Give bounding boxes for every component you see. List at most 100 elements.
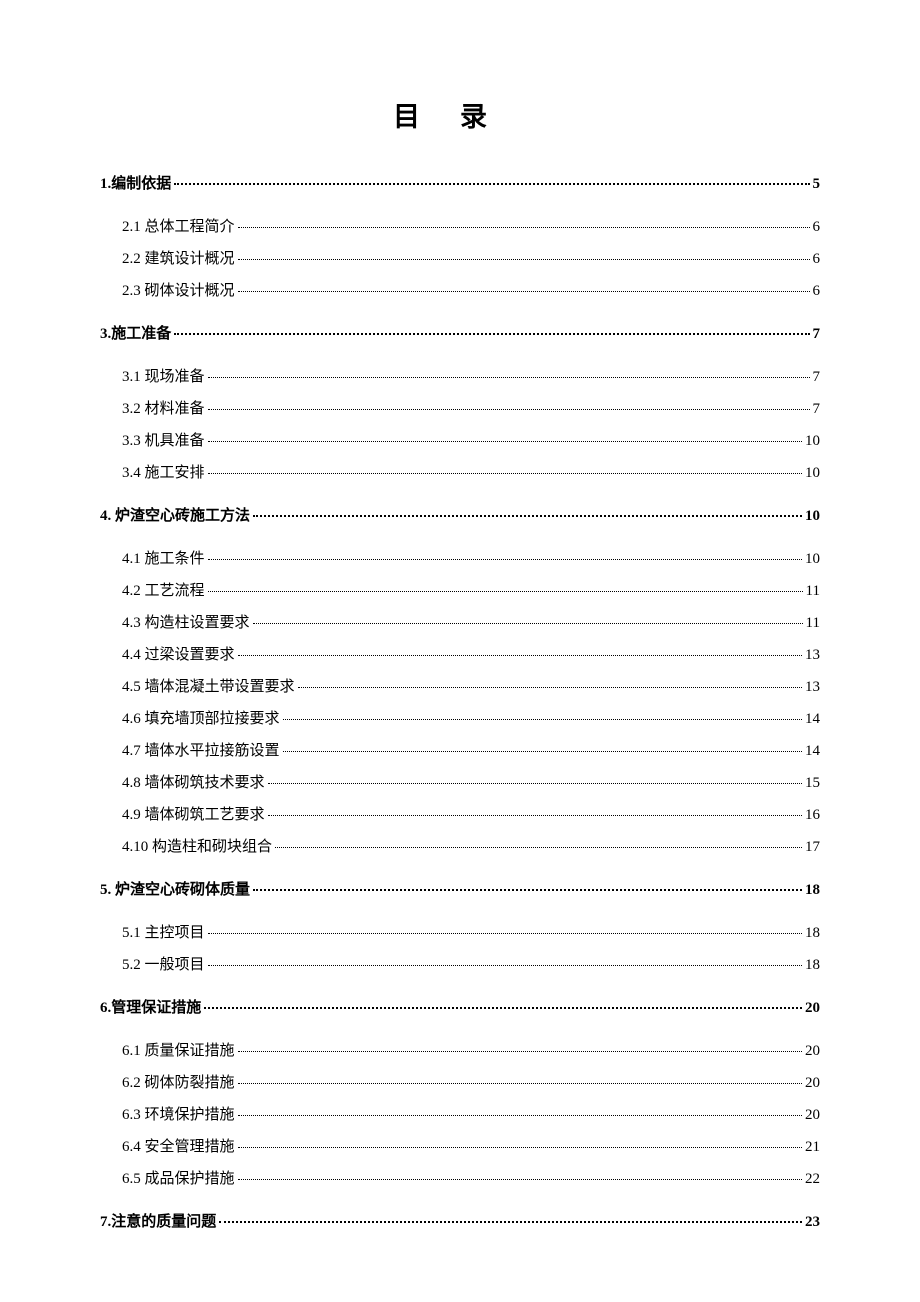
toc-page-number: 14 bbox=[805, 711, 820, 728]
toc-label: 6.管理保证措施 bbox=[100, 996, 201, 1017]
toc-label: 3.2 材料准备 bbox=[122, 397, 205, 418]
toc-entry: 6.1 质量保证措施 20 bbox=[100, 1039, 820, 1060]
toc-page-number: 7 bbox=[813, 401, 821, 418]
toc-leader-dots bbox=[238, 1083, 802, 1084]
toc-label: 3.施工准备 bbox=[100, 322, 171, 343]
toc-page-number: 16 bbox=[805, 807, 820, 824]
toc-label: 6.1 质量保证措施 bbox=[122, 1039, 235, 1060]
toc-entry: 4.10 构造柱和砌块组合 17 bbox=[100, 835, 820, 856]
toc-page-number: 15 bbox=[805, 775, 820, 792]
toc-leader-dots bbox=[238, 1115, 802, 1116]
toc-leader-dots bbox=[283, 719, 802, 720]
toc-label: 4.10 构造柱和砌块组合 bbox=[122, 835, 272, 856]
toc-page-number: 7 bbox=[813, 326, 821, 343]
toc-entry: 4.7 墙体水平拉接筋设置 14 bbox=[100, 739, 820, 760]
toc-entry: 4.5 墙体混凝土带设置要求 13 bbox=[100, 675, 820, 696]
toc-page-number: 20 bbox=[805, 1000, 820, 1017]
toc-page-number: 6 bbox=[813, 283, 821, 300]
toc-label: 4. 炉渣空心砖施工方法 bbox=[100, 504, 250, 525]
toc-label: 6.3 环境保护措施 bbox=[122, 1103, 235, 1124]
toc-leader-dots bbox=[208, 559, 802, 560]
toc-label: 4.7 墙体水平拉接筋设置 bbox=[122, 739, 280, 760]
toc-leader-dots bbox=[238, 291, 810, 292]
toc-entry: 7.注意的质量问题23 bbox=[100, 1210, 820, 1231]
toc-label: 2.2 建筑设计概况 bbox=[122, 247, 235, 268]
toc-leader-dots bbox=[208, 409, 810, 410]
toc-entry: 4.9 墙体砌筑工艺要求16 bbox=[100, 803, 820, 824]
toc-leader-dots bbox=[208, 473, 802, 474]
toc-label: 4.5 墙体混凝土带设置要求 bbox=[122, 675, 295, 696]
toc-page-number: 11 bbox=[806, 615, 820, 632]
toc-page-number: 21 bbox=[805, 1139, 820, 1156]
toc-leader-dots bbox=[208, 933, 802, 934]
table-of-contents: 1.编制依据52.1 总体工程简介62.2 建筑设计概况62.3 砌体设计概况6… bbox=[100, 172, 820, 1231]
toc-entry: 4.4 过梁设置要求13 bbox=[100, 643, 820, 664]
toc-label: 5. 炉渣空心砖砌体质量 bbox=[100, 878, 250, 899]
toc-page-number: 11 bbox=[806, 583, 820, 600]
toc-leader-dots bbox=[298, 687, 802, 688]
toc-leader-dots bbox=[238, 259, 810, 260]
toc-label: 6.2 砌体防裂措施 bbox=[122, 1071, 235, 1092]
toc-page-number: 6 bbox=[813, 251, 821, 268]
toc-label: 3.1 现场准备 bbox=[122, 365, 205, 386]
toc-page-number: 20 bbox=[805, 1043, 820, 1060]
toc-page-number: 22 bbox=[805, 1171, 820, 1188]
toc-label: 4.2 工艺流程 bbox=[122, 579, 205, 600]
toc-page-number: 6 bbox=[813, 219, 821, 236]
toc-leader-dots bbox=[174, 183, 809, 185]
toc-leader-dots bbox=[204, 1007, 802, 1009]
toc-label: 3.4 施工安排 bbox=[122, 461, 205, 482]
toc-leader-dots bbox=[238, 655, 802, 656]
toc-leader-dots bbox=[208, 377, 810, 378]
toc-label: 1.编制依据 bbox=[100, 172, 171, 193]
toc-label: 5.1 主控项目 bbox=[122, 921, 205, 942]
toc-page-number: 10 bbox=[805, 433, 820, 450]
toc-entry: 2.1 总体工程简介 6 bbox=[100, 215, 820, 236]
toc-leader-dots bbox=[174, 333, 809, 335]
toc-entry: 6.3 环境保护措施 20 bbox=[100, 1103, 820, 1124]
toc-entry: 4.8 墙体砌筑技术要求 15 bbox=[100, 771, 820, 792]
toc-label: 2.1 总体工程简介 bbox=[122, 215, 235, 236]
toc-page-number: 18 bbox=[805, 957, 820, 974]
toc-page-number: 18 bbox=[805, 882, 820, 899]
toc-label: 4.1 施工条件 bbox=[122, 547, 205, 568]
toc-page-number: 10 bbox=[805, 508, 820, 525]
toc-page-number: 7 bbox=[813, 369, 821, 386]
toc-leader-dots bbox=[208, 441, 802, 442]
toc-entry: 5.2 一般项目18 bbox=[100, 953, 820, 974]
toc-page-number: 23 bbox=[805, 1214, 820, 1231]
toc-leader-dots bbox=[208, 591, 803, 592]
toc-entry: 5.1 主控项目 18 bbox=[100, 921, 820, 942]
toc-entry: 4.6 填充墙顶部拉接要求14 bbox=[100, 707, 820, 728]
toc-page-number: 13 bbox=[805, 679, 820, 696]
toc-entry: 6.4 安全管理措施21 bbox=[100, 1135, 820, 1156]
toc-entry: 3.2 材料准备 7 bbox=[100, 397, 820, 418]
toc-leader-dots bbox=[238, 1051, 802, 1052]
toc-entry: 5. 炉渣空心砖砌体质量 18 bbox=[100, 878, 820, 899]
toc-leader-dots bbox=[283, 751, 802, 752]
toc-entry: 4. 炉渣空心砖施工方法 10 bbox=[100, 504, 820, 525]
toc-entry: 6.5 成品保护措施 22 bbox=[100, 1167, 820, 1188]
toc-page-number: 10 bbox=[805, 551, 820, 568]
toc-label: 4.3 构造柱设置要求 bbox=[122, 611, 250, 632]
toc-label: 4.4 过梁设置要求 bbox=[122, 643, 235, 664]
toc-entry: 3.1 现场准备 7 bbox=[100, 365, 820, 386]
toc-label: 2.3 砌体设计概况 bbox=[122, 279, 235, 300]
toc-leader-dots bbox=[253, 515, 802, 517]
toc-leader-dots bbox=[253, 623, 803, 624]
toc-page-number: 18 bbox=[805, 925, 820, 942]
toc-label: 6.5 成品保护措施 bbox=[122, 1167, 235, 1188]
toc-leader-dots bbox=[219, 1221, 802, 1223]
toc-leader-dots bbox=[268, 783, 802, 784]
toc-page-number: 20 bbox=[805, 1107, 820, 1124]
toc-page-number: 14 bbox=[805, 743, 820, 760]
toc-page-number: 17 bbox=[805, 839, 820, 856]
toc-leader-dots bbox=[238, 1147, 802, 1148]
toc-entry: 6.2 砌体防裂措施20 bbox=[100, 1071, 820, 1092]
toc-leader-dots bbox=[238, 227, 810, 228]
toc-leader-dots bbox=[275, 847, 802, 848]
toc-label: 4.8 墙体砌筑技术要求 bbox=[122, 771, 265, 792]
toc-entry: 4.2 工艺流程 11 bbox=[100, 579, 820, 600]
toc-entry: 2.3 砌体设计概况 6 bbox=[100, 279, 820, 300]
toc-entry: 3.施工准备 7 bbox=[100, 322, 820, 343]
